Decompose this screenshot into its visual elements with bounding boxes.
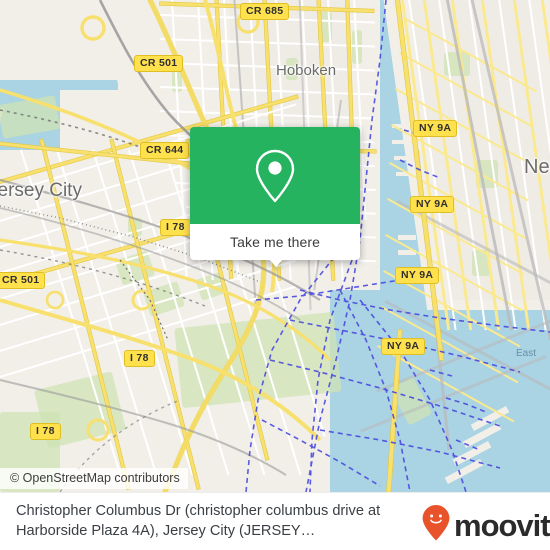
place-label-jersey-city: Jersey City [0, 180, 82, 201]
road-shield[interactable]: CR 685 [240, 3, 290, 20]
road-shield[interactable]: NY 9A [381, 338, 426, 355]
take-me-there-button[interactable]: Take me there [190, 224, 360, 260]
road-shield[interactable]: CR 501 [0, 272, 46, 289]
road-shield[interactable]: I 78 [124, 350, 155, 367]
map-attribution[interactable]: © OpenStreetMap contributors [0, 468, 188, 489]
road-shield[interactable]: I 78 [160, 219, 191, 236]
road-shield[interactable]: CR 644 [140, 142, 190, 159]
map-pin-icon [252, 147, 298, 205]
road-shield[interactable]: CR 501 [134, 55, 184, 72]
location-title: Christopher Columbus Dr (christopher col… [16, 503, 381, 539]
road-shield[interactable]: NY 9A [413, 120, 458, 137]
place-label-new-york: Ne [524, 156, 550, 178]
road-shield[interactable]: NY 9A [410, 196, 455, 213]
water-label-east-river: East [516, 348, 537, 359]
moovit-wordmark: moovit [454, 508, 550, 543]
card-pointer-tail [269, 259, 283, 267]
road-shield[interactable]: I 78 [30, 423, 61, 440]
place-label-hoboken: Hoboken [276, 62, 337, 79]
screenshot-root: CR 685 CR 501 CR 644 I 78 CR 501 I 78 I … [0, 0, 550, 550]
take-me-there-label: Take me there [229, 234, 320, 250]
road-shield[interactable]: NY 9A [395, 267, 440, 284]
map-canvas[interactable]: CR 685 CR 501 CR 644 I 78 CR 501 I 78 I … [0, 0, 550, 492]
card-pin-area [190, 127, 360, 224]
moovit-smiley-pin-icon [421, 504, 451, 547]
moovit-logo[interactable]: moovit [421, 504, 550, 547]
destination-card[interactable]: Take me there [190, 127, 360, 267]
